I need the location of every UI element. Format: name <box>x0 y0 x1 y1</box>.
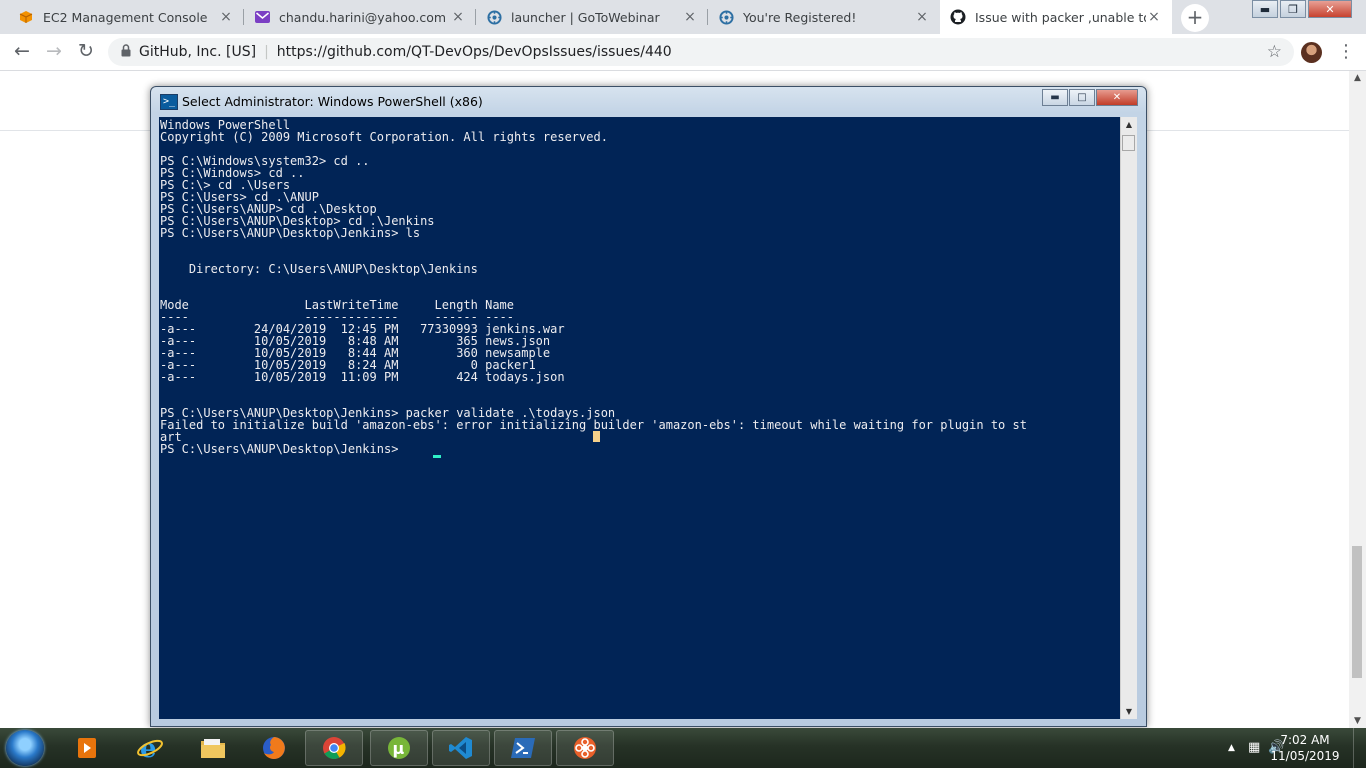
tab-close-icon[interactable]: × <box>682 9 698 25</box>
gotowebinar-icon <box>486 9 502 25</box>
tab-title: EC2 Management Console <box>43 9 208 25</box>
start-button[interactable] <box>6 730 44 766</box>
page-scrollbar[interactable]: ▲ ▼ <box>1349 71 1366 728</box>
tab-title: launcher | GoToWebinar <box>511 9 660 25</box>
show-desktop-button[interactable] <box>1353 728 1366 768</box>
yahoo-mail-icon <box>254 9 270 25</box>
gotowebinar-icon <box>718 9 734 25</box>
tab-close-icon[interactable]: × <box>914 9 930 25</box>
vscode-icon[interactable] <box>432 730 490 766</box>
scroll-up-icon[interactable]: ▲ <box>1121 120 1137 129</box>
tab-title: Issue with packer ,unable to loa <box>975 9 1146 25</box>
powershell-title-bar[interactable]: >_ Select Administrator: Windows PowerSh… <box>151 87 1146 116</box>
tab-youre-registered[interactable]: You're Registered! × <box>708 0 940 34</box>
console-output[interactable]: Windows PowerShell Copyright (C) 2009 Mi… <box>159 117 1120 719</box>
maximize-icon[interactable]: □ <box>1069 89 1095 106</box>
system-tray: ▲ ▦ 🔊 7:02 AM 11/05/2019 <box>1196 728 1366 768</box>
chrome-icon[interactable] <box>305 730 363 766</box>
media-player-icon[interactable] <box>58 730 116 766</box>
bookmark-star-icon[interactable]: ☆ <box>1267 42 1282 62</box>
restore-icon[interactable]: ❐ <box>1280 0 1306 18</box>
taskbar-clock[interactable]: 7:02 AM 11/05/2019 <box>1270 732 1340 764</box>
tab-title: chandu.harini@yahoo.com - Ya <box>279 9 450 25</box>
tab-close-icon[interactable]: × <box>218 9 234 25</box>
github-icon <box>950 9 966 25</box>
powershell-window[interactable]: >_ Select Administrator: Windows PowerSh… <box>150 86 1147 727</box>
profile-avatar[interactable] <box>1301 42 1322 63</box>
tab-title: You're Registered! <box>743 9 857 25</box>
browser-tab-strip: EC2 Management Console × chandu.harini@y… <box>0 0 1366 34</box>
svg-text:e: e <box>140 734 157 762</box>
tab-close-icon[interactable]: × <box>450 9 466 25</box>
minimize-icon[interactable]: ▬ <box>1042 89 1068 106</box>
window-close-icon[interactable]: ✕ <box>1096 89 1138 106</box>
tab-gotowebinar-launcher[interactable]: launcher | GoToWebinar × <box>476 0 708 34</box>
text-cursor <box>433 455 441 458</box>
scroll-up-icon[interactable]: ▲ <box>1349 73 1366 83</box>
tab-yahoo-mail[interactable]: chandu.harini@yahoo.com - Ya × <box>244 0 476 34</box>
clock-time: 7:02 AM <box>1280 733 1330 747</box>
powershell-icon: >_ <box>160 94 178 110</box>
tab-github-issue[interactable]: Issue with packer ,unable to loa × <box>940 0 1172 34</box>
url-text[interactable]: https://github.com/QT-DevOps/DevOpsIssue… <box>277 44 672 60</box>
lotus-app-icon[interactable] <box>556 730 614 766</box>
console-scrollbar[interactable]: ▲ ▼ <box>1120 117 1137 719</box>
scroll-down-icon[interactable]: ▼ <box>1121 707 1137 716</box>
minimize-icon[interactable]: ▬ <box>1252 0 1278 18</box>
forward-arrow-icon[interactable]: → <box>42 40 66 64</box>
powershell-icon[interactable] <box>494 730 552 766</box>
tab-ec2-console[interactable]: EC2 Management Console × <box>8 0 244 34</box>
address-bar[interactable]: GitHub, Inc. [US] | https://github.com/Q… <box>108 38 1294 66</box>
windows-taskbar: e µ ▲ ▦ 🔊 7:02 AM 11/05/2019 <box>0 728 1366 768</box>
aws-cube-icon <box>18 9 34 25</box>
file-explorer-icon[interactable] <box>184 730 242 766</box>
window-controls: ▬ □ ✕ <box>1041 89 1138 106</box>
browser-toolbar: ← → ↻ GitHub, Inc. [US] | https://github… <box>0 34 1366 71</box>
window-title: Select Administrator: Windows PowerShell… <box>182 94 483 109</box>
clock-date: 11/05/2019 <box>1270 749 1340 763</box>
svg-text:µ: µ <box>393 739 405 758</box>
site-identity[interactable]: GitHub, Inc. [US] <box>139 44 256 60</box>
network-icon[interactable]: ▦ <box>1248 740 1260 755</box>
new-tab-button[interactable]: + <box>1181 4 1209 32</box>
menu-kebab-icon[interactable]: ⋮ <box>1337 41 1355 62</box>
selection-cursor <box>593 431 600 442</box>
utorrent-icon[interactable]: µ <box>370 730 428 766</box>
internet-explorer-icon[interactable]: e <box>121 730 179 766</box>
tab-close-icon[interactable]: × <box>1146 9 1162 25</box>
console-text: Windows PowerShell Copyright (C) 2009 Mi… <box>160 118 1027 456</box>
back-arrow-icon[interactable]: ← <box>10 40 34 64</box>
firefox-icon[interactable] <box>245 730 303 766</box>
scroll-thumb[interactable] <box>1352 546 1362 678</box>
window-close-icon[interactable]: ✕ <box>1308 0 1352 18</box>
scroll-thumb[interactable] <box>1122 135 1135 151</box>
lock-icon <box>121 43 131 61</box>
reload-icon[interactable]: ↻ <box>74 40 98 64</box>
scroll-down-icon[interactable]: ▼ <box>1349 716 1366 726</box>
tray-expand-icon[interactable]: ▲ <box>1228 743 1235 753</box>
browser-window-controls: ▬ ❐ ✕ <box>1250 0 1352 18</box>
